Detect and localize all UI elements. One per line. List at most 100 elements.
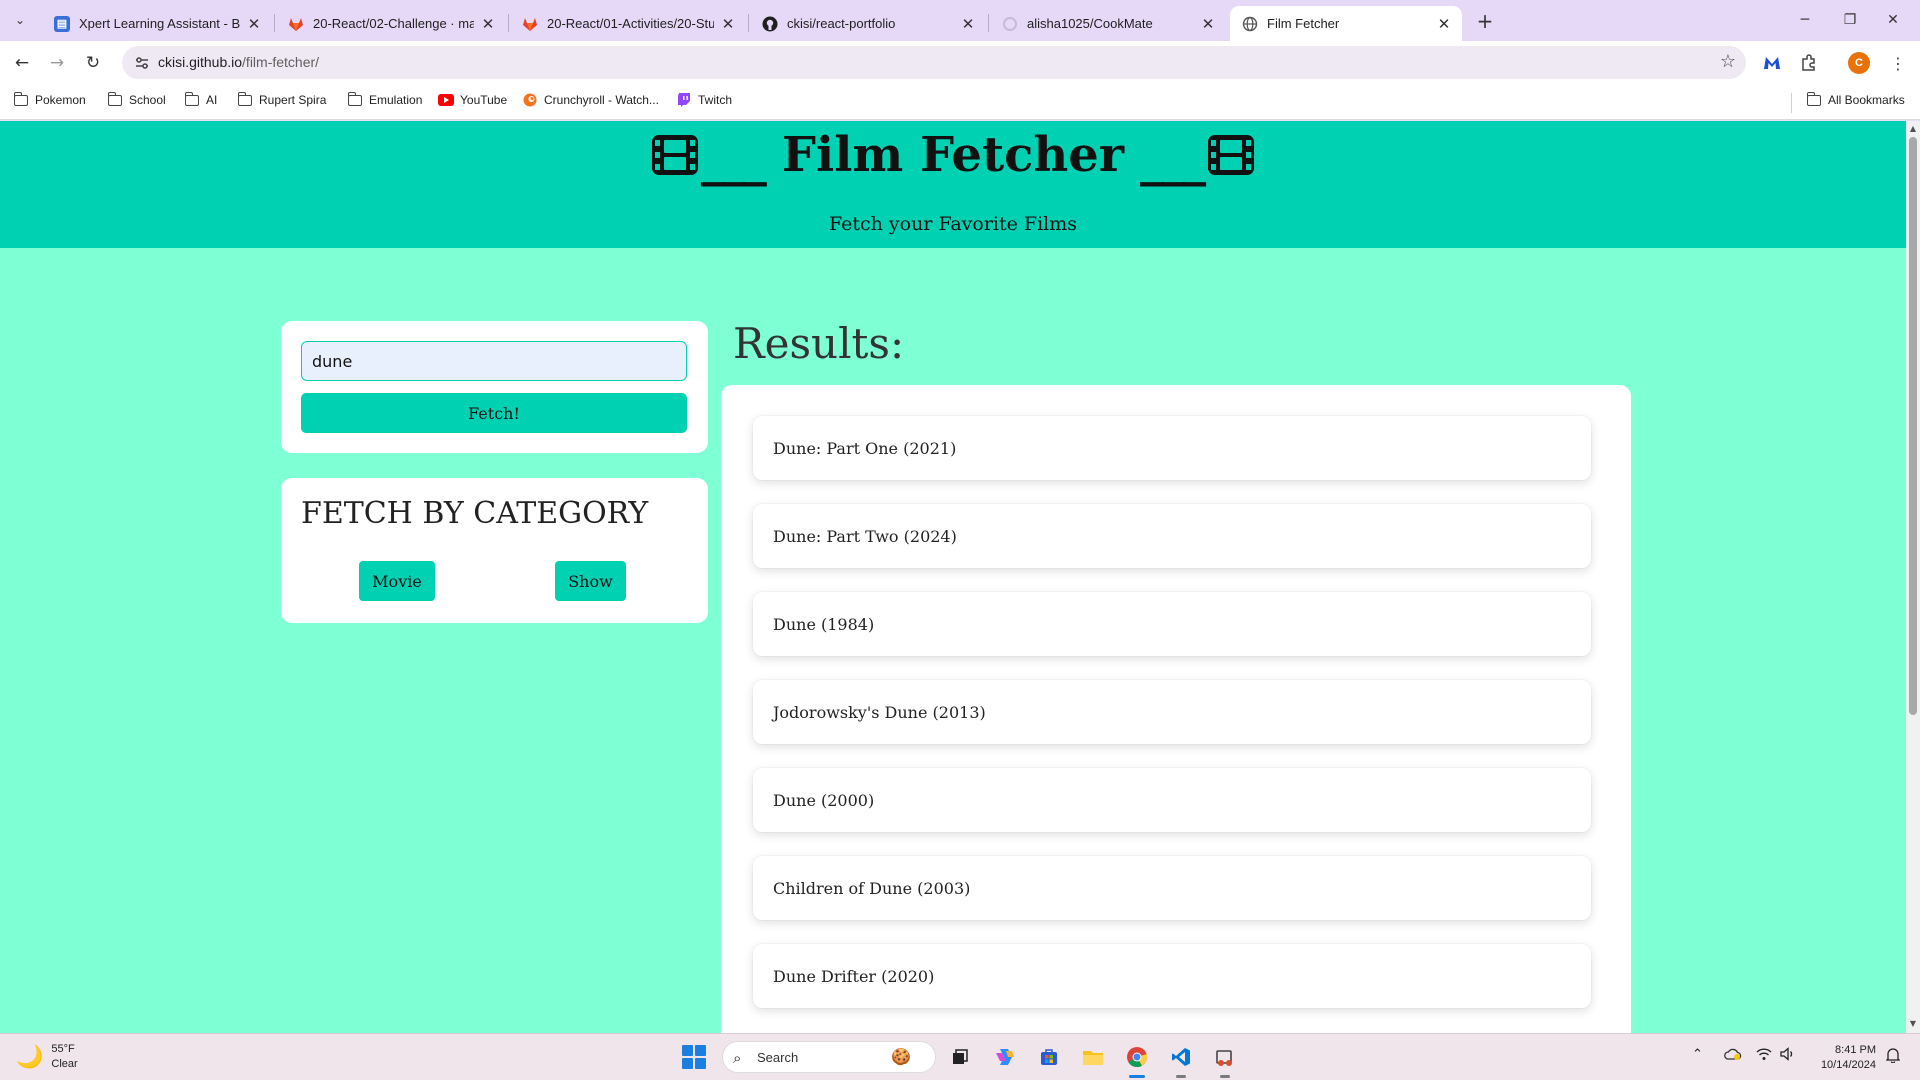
github-icon: [762, 16, 778, 32]
bookmark-label: Twitch: [698, 93, 733, 107]
reload-icon[interactable]: ↻: [79, 49, 107, 77]
notifications-bell-icon[interactable]: [1885, 1047, 1901, 1067]
malwarebytes-extension-icon[interactable]: [1759, 50, 1785, 76]
movie-button[interactable]: Movie: [359, 561, 435, 601]
bookmark-ai[interactable]: AI: [184, 91, 217, 107]
page-scrollbar[interactable]: ▲ ▼: [1906, 121, 1920, 1033]
weather-description: Clear: [51, 1058, 78, 1070]
microsoft-store-icon[interactable]: [1034, 1042, 1064, 1072]
show-button[interactable]: Show: [555, 561, 626, 601]
close-icon[interactable]: ✕: [1200, 15, 1216, 33]
windows-taskbar: 🌙 55°F Clear ⌕ Search 🍪 ⌃ 8:41 PM 10/14/…: [0, 1033, 1920, 1080]
tab-react-challenge[interactable]: 20-React/02-Challenge · main · ✕: [276, 6, 506, 41]
menu-kebab-icon[interactable]: ⋮: [1885, 50, 1911, 76]
search-input[interactable]: [301, 341, 687, 381]
gitlab-icon: [522, 16, 538, 32]
tab-film-fetcher[interactable]: Film Fetcher ✕: [1230, 6, 1462, 41]
snipping-tool-icon[interactable]: [1210, 1042, 1240, 1078]
copilot-icon[interactable]: [990, 1042, 1020, 1072]
close-window-icon[interactable]: ✕: [1878, 8, 1908, 32]
site-info-icon[interactable]: [132, 53, 152, 73]
scroll-up-icon[interactable]: ▲: [1908, 124, 1918, 134]
result-item[interactable]: Children of Dune (2003): [753, 856, 1591, 920]
category-card: FETCH BY CATEGORY Movie Show: [281, 478, 708, 623]
tab-search-dropdown-icon[interactable]: ⌄: [8, 8, 32, 32]
film-strip-icon: [651, 135, 698, 175]
tab-react-activities[interactable]: 20-React/01-Activities/20-Stu_F ✕: [510, 6, 746, 41]
taskbar-search[interactable]: ⌕ Search 🍪: [722, 1041, 936, 1073]
folder-icon: [1806, 91, 1822, 107]
result-item[interactable]: Jodorowsky's Dune (2013): [753, 680, 1591, 744]
folder-icon: [13, 91, 29, 107]
tab-cookmate[interactable]: alisha1025/CookMate ✕: [990, 6, 1226, 41]
close-icon[interactable]: ✕: [1436, 15, 1452, 33]
chrome-icon[interactable]: [1122, 1042, 1152, 1078]
tab-separator: [748, 14, 749, 32]
scrollbar-thumb[interactable]: [1909, 137, 1917, 715]
site-title: ___ Film Fetcher ___: [0, 127, 1906, 187]
close-icon[interactable]: ✕: [720, 15, 736, 33]
globe-icon: [1242, 16, 1258, 32]
windows-start-icon[interactable]: [682, 1045, 706, 1069]
folder-icon: [347, 91, 363, 107]
address-bar[interactable]: ckisi.github.io/film-fetcher/ ☆: [122, 46, 1746, 79]
weather-widget[interactable]: 🌙 55°F Clear: [16, 1042, 78, 1072]
vscode-icon[interactable]: [1166, 1042, 1196, 1078]
all-bookmarks[interactable]: All Bookmarks: [1806, 91, 1905, 107]
twitch-icon: [676, 93, 692, 107]
close-icon[interactable]: ✕: [480, 15, 496, 33]
tab-react-portfolio[interactable]: ckisi/react-portfolio ✕: [750, 6, 986, 41]
bookmark-school[interactable]: School: [107, 91, 166, 107]
site-title-text: Film Fetcher: [781, 127, 1125, 183]
scroll-down-icon[interactable]: ▼: [1908, 1019, 1918, 1029]
tab-xpert[interactable]: ▤ Xpert Learning Assistant - Boot ✕: [42, 6, 272, 41]
close-icon[interactable]: ✕: [960, 15, 976, 33]
bookmark-rupert-spira[interactable]: Rupert Spira: [237, 91, 327, 107]
result-item[interactable]: Dune (2000): [753, 768, 1591, 832]
extensions-puzzle-icon[interactable]: [1796, 50, 1822, 76]
bookmark-label: Pokemon: [35, 93, 86, 107]
result-item[interactable]: Dune: Part One (2021): [753, 416, 1591, 480]
bookmark-emulation[interactable]: Emulation: [347, 91, 422, 107]
page-viewport: ___ Film Fetcher ___ Fetch your Favorite…: [0, 121, 1906, 1033]
bookmark-star-icon[interactable]: ☆: [1720, 51, 1736, 72]
results-heading: Results:: [733, 319, 905, 368]
bookmark-twitch[interactable]: Twitch: [676, 93, 732, 107]
system-clock[interactable]: 8:41 PM 10/14/2024: [1812, 1043, 1876, 1073]
search-highlight-icon: 🍪: [891, 1047, 911, 1066]
bookmark-pokemon[interactable]: Pokemon: [13, 91, 86, 107]
url-text[interactable]: ckisi.github.io/film-fetcher/: [158, 54, 319, 70]
back-arrow-icon[interactable]: ←: [8, 49, 36, 77]
tab-separator: [274, 14, 275, 32]
result-item[interactable]: Dune (1984): [753, 592, 1591, 656]
bookmark-crunchyroll[interactable]: Crunchyroll - Watch...: [522, 93, 659, 107]
profile-avatar[interactable]: C: [1848, 52, 1870, 74]
new-tab-icon[interactable]: +: [1472, 8, 1498, 34]
close-icon[interactable]: ✕: [246, 15, 262, 33]
forward-arrow-icon[interactable]: →: [43, 49, 71, 77]
show-hidden-icons-chevron-icon[interactable]: ⌃: [1692, 1047, 1703, 1062]
category-title: FETCH BY CATEGORY: [301, 496, 649, 531]
wifi-icon[interactable]: [1756, 1047, 1772, 1065]
tab-strip: ⌄ ▤ Xpert Learning Assistant - Boot ✕ 20…: [0, 0, 1920, 41]
tab-label: Film Fetcher: [1267, 16, 1340, 31]
task-view-icon[interactable]: [945, 1042, 975, 1072]
fetch-button[interactable]: Fetch!: [301, 393, 687, 433]
restore-icon[interactable]: ❐: [1835, 8, 1865, 32]
file-explorer-icon[interactable]: [1078, 1042, 1108, 1072]
gitlab-icon: [288, 16, 304, 32]
bookmark-youtube[interactable]: YouTube: [438, 93, 507, 107]
tab-separator: [988, 14, 989, 32]
volume-icon[interactable]: [1780, 1047, 1796, 1065]
tab-separator: [508, 14, 509, 32]
result-item[interactable]: Dune Drifter (2020): [753, 944, 1591, 1008]
youtube-icon: [438, 93, 454, 107]
bookmark-label: Rupert Spira: [259, 93, 327, 107]
result-item[interactable]: Dune: Part Two (2024): [753, 504, 1591, 568]
title-decoration: ___: [1140, 131, 1206, 187]
minimize-icon[interactable]: ─: [1790, 8, 1820, 32]
clock-time: 8:41 PM: [1835, 1044, 1876, 1056]
search-card: Fetch!: [281, 321, 708, 453]
onedrive-icon[interactable]: [1724, 1047, 1742, 1065]
url-path: /film-fetcher/: [242, 54, 320, 70]
